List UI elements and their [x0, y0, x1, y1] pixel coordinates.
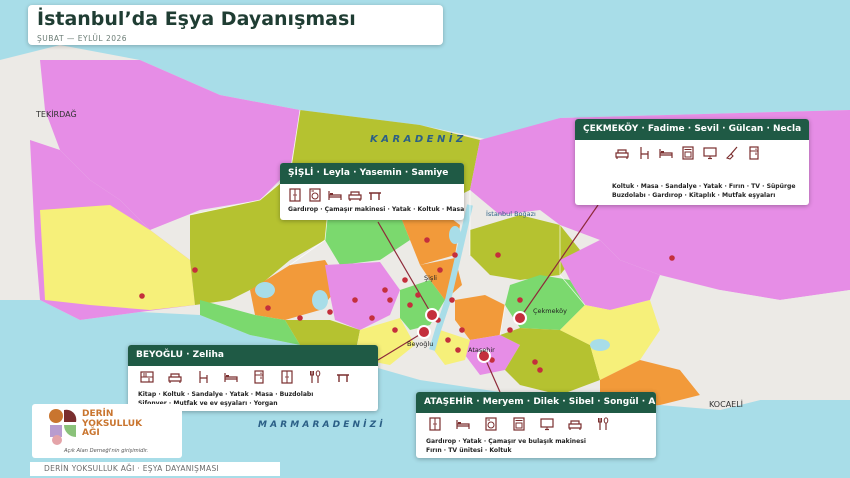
label-beyoglu: Beyoğlu — [407, 340, 434, 348]
card-cekmekoy[interactable]: ÇEKMEKÖY · Fadime · Sevil · Gülcan · Nec… — [575, 119, 809, 205]
fridge-icon — [747, 146, 761, 160]
label-tekirdag: TEKİRDAĞ — [36, 110, 77, 119]
wardrobe-icon — [288, 188, 302, 202]
map-stage: TEKİRDAĞ K A R A D E N İ Z M A R M A R A… — [0, 0, 850, 478]
armchair-icon — [348, 188, 362, 202]
washing-machine-icon — [308, 188, 322, 202]
card-beyoglu-icons — [140, 370, 350, 384]
chair-icon — [196, 370, 210, 384]
bed-icon — [328, 188, 342, 202]
logo-name: DERİN YOKSULLUK AĞI — [82, 409, 143, 438]
card-cekmekoy-icons — [615, 146, 761, 160]
card-atasehir-items: Gardırop · Yatak · Çamaşır ve bulaşık ma… — [426, 437, 586, 455]
card-beyoglu-header: BEYOĞLU · Zeliha — [128, 345, 378, 366]
title-card: İstanbul’da Eşya Dayanışması ŞUBAT — EYL… — [28, 5, 443, 45]
organization-logo-mark — [49, 409, 77, 445]
card-beyoglu[interactable]: BEYOĞLU · Zeliha Kitap · Koltuk · Sandal… — [128, 345, 378, 411]
armchair-icon — [168, 370, 182, 384]
armchair-icon — [615, 146, 629, 160]
wardrobe-icon — [280, 370, 294, 384]
omerli-dam — [590, 339, 610, 351]
card-atasehir-icons — [428, 417, 610, 431]
lake-kucukcekmece — [312, 290, 328, 310]
card-sisli-icons — [288, 188, 382, 202]
card-atasehir-header: ATAŞEHİR · Meryem · Dilek · Sibel · Song… — [416, 392, 656, 413]
washing-machine-icon — [484, 417, 498, 431]
card-atasehir[interactable]: ATAŞEHİR · Meryem · Dilek · Sibel · Song… — [416, 392, 656, 458]
bookshelf-icon — [140, 370, 154, 384]
item-line: Fırın · TV ünitesi · Koltuk — [426, 447, 512, 454]
alibey-dam — [449, 226, 461, 244]
fridge-icon — [252, 370, 266, 384]
table-icon — [368, 188, 382, 202]
broom-icon — [725, 146, 739, 160]
item-line: Kitap · Koltuk · Sandalye · Yatak · Masa… — [138, 391, 314, 398]
table-icon — [336, 370, 350, 384]
item-line: Gardırop · Çamaşır makinesi · Yatak · Ko… — [288, 206, 464, 213]
card-sisli-items: Gardırop · Çamaşır makinesi · Yatak · Ko… — [288, 205, 464, 214]
card-cekmekoy-items: Koltuk · Masa · Sandalye · Yatak · Fırın… — [612, 182, 796, 200]
logo-card: DERİN YOKSULLUK AĞI Açık Alan Derneği'ni… — [32, 404, 182, 458]
item-line: Koltuk · Masa · Sandalye · Yatak · Fırın… — [612, 183, 796, 190]
label-karadeniz: K A R A D E N İ Z — [370, 134, 464, 145]
marker-beyoglu — [417, 325, 431, 339]
wardrobe-icon — [428, 417, 442, 431]
lake-buyukcekmece — [255, 282, 275, 298]
page-subtitle: ŞUBAT — EYLÜL 2026 — [37, 34, 128, 43]
bed-icon — [456, 417, 470, 431]
logo-tagline: Açık Alan Derneği'nin girişimidir. — [64, 448, 149, 454]
marker-sisli — [425, 308, 439, 322]
oven-icon — [681, 146, 695, 160]
footer: DERİN YOKSULLUK AĞI · EŞYA DAYANIŞMASI — [30, 462, 280, 476]
item-line: Gardırop · Yatak · Çamaşır ve bulaşık ma… — [426, 438, 586, 445]
bed-icon — [224, 370, 238, 384]
label-cekmekoy: Çekmeköy — [533, 307, 567, 315]
item-line: Buzdolabı · Gardırop · Kitaplık · Mutfak… — [612, 192, 776, 199]
marker-cekmekoy — [513, 311, 527, 325]
armchair-icon — [568, 417, 582, 431]
label-kocaeli: KOCAELİ — [709, 400, 744, 409]
kitchen-utensils-icon — [596, 417, 610, 431]
oven-icon — [512, 417, 526, 431]
chair-icon — [637, 146, 651, 160]
tv-icon — [540, 417, 554, 431]
label-sisli: Şişli — [424, 274, 437, 282]
label-bogaz: İstanbul Boğazı — [486, 210, 536, 218]
tv-icon — [703, 146, 717, 160]
card-sisli[interactable]: ŞİŞLİ · Leyla · Yasemin · Samiye Gardıro… — [280, 163, 464, 220]
label-atasehir: Ataşehir — [468, 346, 495, 354]
bed-icon — [659, 146, 673, 160]
card-sisli-header: ŞİŞLİ · Leyla · Yasemin · Samiye — [280, 163, 464, 184]
page-title: İstanbul’da Eşya Dayanışması — [37, 8, 356, 30]
label-marmara: M A R M A R A D E N İ Z İ — [258, 420, 383, 430]
card-cekmekoy-header: ÇEKMEKÖY · Fadime · Sevil · Gülcan · Nec… — [575, 119, 809, 140]
kitchen-utensils-icon — [308, 370, 322, 384]
